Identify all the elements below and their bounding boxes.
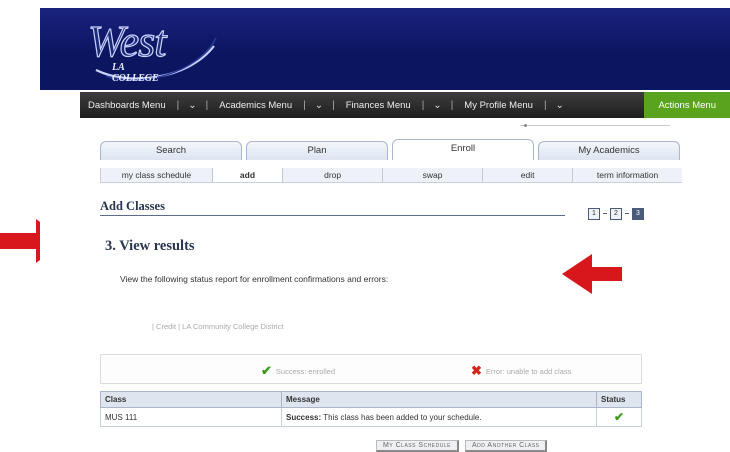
legend-success-label: Success: enrolled <box>275 366 336 376</box>
nav-actions-menu[interactable]: Actions Menu <box>644 92 730 118</box>
page-slider[interactable] <box>520 125 670 126</box>
status-legend: ✔ Success: enrolled ✖ Error: unable to a… <box>100 354 642 384</box>
subtab-swap[interactable]: swap <box>382 168 483 182</box>
message-status-label: Success: <box>286 412 322 422</box>
nav-separator: | <box>205 99 209 111</box>
legend-success: ✔ Success: enrolled <box>261 363 335 379</box>
nav-my-profile-menu[interactable]: My Profile Menu <box>456 92 541 118</box>
legend-error-label: Error: unable to add class <box>485 366 572 376</box>
nav-separator: | <box>303 99 306 111</box>
action-buttons: My Class Schedule Add Another Class <box>376 440 548 452</box>
portal-page: West LA COLLEGE Dashboards Menu | ⌄ | Ac… <box>40 8 730 452</box>
checkmark-icon: ✔ <box>613 410 625 424</box>
annotation-arrow-right <box>562 254 622 294</box>
chevron-down-icon[interactable]: ⌄ <box>309 100 329 111</box>
tab-search[interactable]: Search <box>100 141 242 160</box>
tab-my-academics[interactable]: My Academics <box>538 141 680 160</box>
nav-separator: | <box>543 99 547 111</box>
add-another-class-button[interactable]: Add Another Class <box>464 440 548 452</box>
logo-subtitle: LA COLLEGE <box>112 62 159 84</box>
cell-class: MUS 111 <box>100 407 282 427</box>
legend-error: ✖ Error: unable to add class <box>471 363 571 379</box>
cross-icon: ✖ <box>471 363 482 378</box>
step-1: 1 <box>588 208 600 220</box>
step-connector <box>603 213 607 214</box>
step-3: 3 <box>632 208 644 220</box>
institution-line: | Credit | LA Community College District <box>152 322 284 331</box>
enroll-subtabs: my class schedule add drop swap edit ter… <box>100 168 682 183</box>
nav-finances-menu[interactable]: Finances Menu <box>338 92 419 118</box>
chevron-down-icon[interactable]: ⌄ <box>427 100 447 111</box>
nav-separator: | <box>450 99 454 111</box>
instruction-text: View the following status report for enr… <box>120 274 389 284</box>
message-text: This class has been added to your schedu… <box>321 412 482 422</box>
step-connector <box>625 213 629 214</box>
subtab-my-class-schedule[interactable]: my class schedule <box>100 168 212 182</box>
cell-message: Success: This class has been added to yo… <box>281 407 597 427</box>
chevron-down-icon[interactable]: ⌄ <box>182 100 202 111</box>
section-heading: 3. View results <box>105 238 195 254</box>
subtab-edit[interactable]: edit <box>482 168 573 182</box>
title-divider <box>100 215 565 216</box>
checkmark-icon: ✔ <box>261 363 272 378</box>
main-navbar: Dashboards Menu | ⌄ | Academics Menu | ⌄… <box>80 92 730 118</box>
nav-separator: | <box>176 99 180 111</box>
column-header-status: Status <box>596 391 642 408</box>
step-indicator: 1 2 3 <box>588 208 644 220</box>
nav-separator: | <box>332 99 335 111</box>
results-table: Class Message Status MUS 111 Success: Th… <box>100 391 642 427</box>
nav-separator: | <box>421 99 425 111</box>
column-header-message: Message <box>281 391 597 408</box>
tab-enroll[interactable]: Enroll <box>392 139 534 160</box>
nav-dashboards-menu[interactable]: Dashboards Menu <box>80 92 174 118</box>
main-tabs: Search Plan Enroll My Academics <box>100 139 680 160</box>
table-header-row: Class Message Status <box>100 391 642 408</box>
site-header: West LA COLLEGE <box>40 8 730 90</box>
subtab-add[interactable]: add <box>211 168 283 182</box>
page-slider-handle[interactable] <box>524 124 527 127</box>
subtab-drop[interactable]: drop <box>282 168 383 182</box>
page-title: Add Classes <box>100 199 165 213</box>
subtab-term-information[interactable]: term information <box>572 168 682 182</box>
tab-plan[interactable]: Plan <box>246 141 388 160</box>
cell-status: ✔ <box>596 407 642 427</box>
logo-word: West <box>87 16 167 66</box>
column-header-class: Class <box>100 391 282 408</box>
my-class-schedule-button[interactable]: My Class Schedule <box>376 440 459 452</box>
step-2: 2 <box>610 208 622 220</box>
table-row: MUS 111 Success: This class has been add… <box>100 407 642 427</box>
chevron-down-icon[interactable]: ⌄ <box>550 100 570 111</box>
nav-academics-menu[interactable]: Academics Menu <box>211 92 300 118</box>
